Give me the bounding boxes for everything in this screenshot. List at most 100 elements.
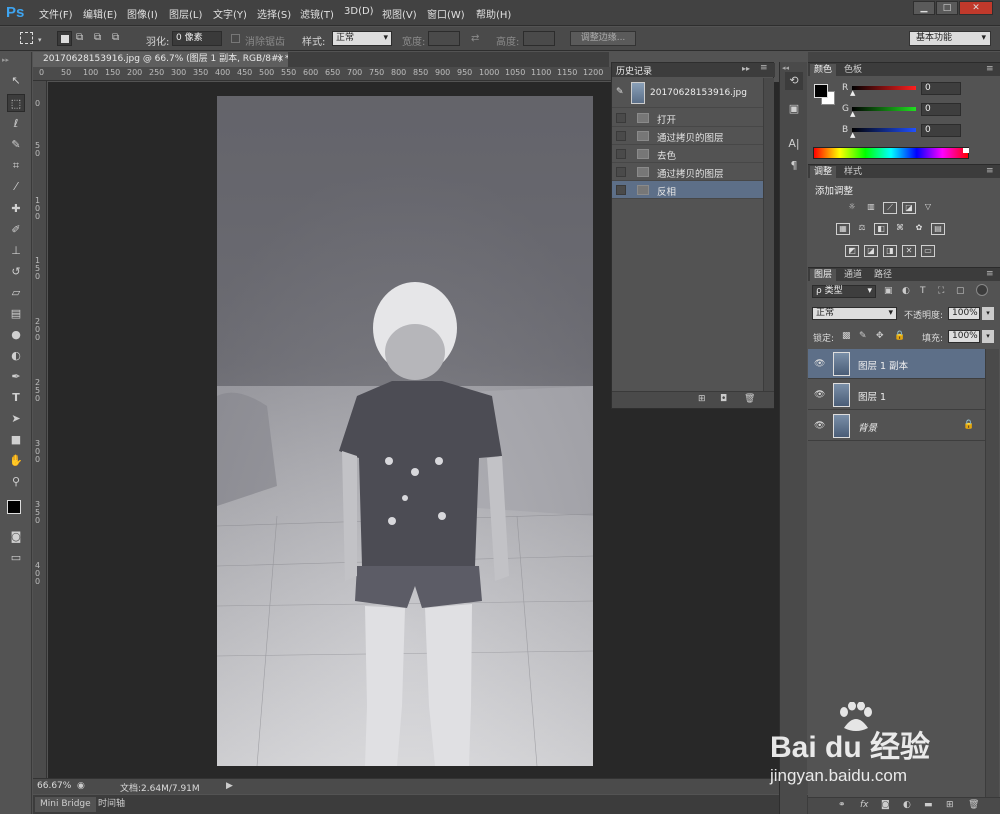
add-mask-icon[interactable]: ◙ (881, 800, 890, 810)
layer-style-icon[interactable]: fx (860, 800, 869, 810)
clone-stamp-tool-icon[interactable]: ⊥ (7, 242, 25, 260)
feather-input[interactable]: 0 像素 (172, 31, 222, 46)
menu-window[interactable]: 窗口(W) (427, 6, 465, 21)
snapshot-camera-icon[interactable]: ◘ (720, 394, 727, 404)
tab-channels[interactable]: 通道 (840, 269, 866, 281)
history-checkbox[interactable] (616, 113, 626, 123)
posterize-icon[interactable]: ◪ (864, 245, 878, 257)
slider-thumb-icon[interactable]: ▲ (850, 110, 855, 118)
chevron-down-icon[interactable]: ▾ (38, 36, 42, 44)
menu-3d[interactable]: 3D(D) (344, 6, 374, 17)
history-checkbox[interactable] (616, 167, 626, 177)
tab-adjustments[interactable]: 调整 (810, 166, 837, 178)
refine-edge-button[interactable]: 调整边缘... (570, 31, 636, 46)
layer-row[interactable]: 👁 背景 🔒 (808, 411, 985, 441)
red-slider[interactable] (852, 86, 916, 90)
swap-icon[interactable]: ⇄ (471, 33, 479, 44)
actions-dock-icon[interactable]: ▣ (785, 100, 803, 118)
type-tool-icon[interactable]: T (7, 389, 25, 407)
red-value[interactable]: 0 (921, 82, 961, 95)
blue-slider[interactable] (852, 128, 916, 132)
lasso-tool-icon[interactable]: ℓ (7, 115, 25, 133)
gradient-tool-icon[interactable]: ▤ (7, 305, 25, 323)
height-input[interactable] (523, 31, 555, 46)
chevron-down-icon[interactable]: ▾ (982, 307, 994, 320)
history-checkbox[interactable] (616, 185, 626, 195)
layer-filter-select[interactable]: ρ 类型 ▾ (812, 285, 876, 298)
zoom-level[interactable]: 66.67% (37, 781, 71, 791)
path-select-tool-icon[interactable]: ➤ (7, 410, 25, 428)
green-value[interactable]: 0 (921, 103, 961, 116)
levels-icon[interactable]: ▥ (864, 202, 878, 214)
channel-mixer-icon[interactable]: ✿ (912, 223, 926, 235)
blend-mode-select[interactable]: 正常 ▾ (812, 307, 897, 320)
collapse-icon[interactable]: ▸▸ (742, 64, 750, 73)
maximize-button[interactable]: □ (936, 1, 958, 15)
hand-tool-icon[interactable]: ✋ (7, 452, 25, 470)
panel-menu-icon[interactable]: ≡ (986, 64, 994, 74)
workspace-select[interactable]: 基本功能 ▾ (909, 31, 991, 46)
new-group-icon[interactable]: ▬ (924, 800, 933, 810)
foreground-color-swatch[interactable] (7, 500, 21, 514)
antialias-checkbox[interactable] (231, 34, 240, 43)
panel-menu-icon[interactable]: ≡ (760, 63, 768, 73)
ruler-horizontal[interactable]: 0 50 100 150 200 250 300 350 400 450 500… (33, 67, 611, 81)
color-lookup-icon[interactable]: ▤ (931, 223, 945, 235)
new-selection-icon[interactable] (57, 31, 72, 46)
brightness-icon[interactable]: ☼ (845, 202, 859, 214)
move-tool-icon[interactable]: ↖ (7, 72, 25, 90)
history-title[interactable]: 历史记录 (616, 64, 652, 77)
selective-color-icon[interactable]: ✕ (902, 245, 916, 257)
hue-saturation-icon[interactable]: ▦ (836, 223, 850, 235)
menu-layer[interactable]: 图层(L) (169, 6, 202, 21)
panel-menu-icon[interactable]: ≡ (986, 166, 994, 176)
screen-mode-icon[interactable]: ▭ (7, 549, 25, 567)
info-icon[interactable]: ◉ (77, 781, 85, 791)
filter-smart-object-icon[interactable]: ▢ (956, 286, 965, 296)
collapse-icon[interactable]: ▸▸ (2, 56, 30, 64)
pen-tool-icon[interactable]: ✒ (7, 368, 25, 386)
lock-all-icon[interactable]: 🔒 (894, 331, 905, 341)
filter-adjustment-icon[interactable]: ◐ (902, 286, 910, 296)
new-adjustment-icon[interactable]: ◐ (903, 800, 911, 810)
visibility-eye-icon[interactable]: 👁 (814, 390, 825, 400)
history-brush-icon[interactable]: ✎ (616, 87, 624, 97)
opacity-input[interactable]: 100% (948, 307, 980, 320)
subtract-selection-icon[interactable]: ⧉ (94, 32, 107, 45)
lock-transparency-icon[interactable]: ▩ (842, 331, 851, 341)
foreground-color-swatch[interactable] (814, 84, 828, 98)
layer-row-selected[interactable]: 👁 图层 1 副本 (808, 349, 985, 379)
curves-icon[interactable]: ⟋ (883, 202, 897, 214)
eyedropper-tool-icon[interactable]: ⁄ (7, 178, 25, 196)
exposure-icon[interactable]: ◪ (902, 202, 916, 214)
ruler-vertical[interactable]: 0 5 0 1 0 0 1 5 0 2 0 0 2 5 0 3 0 0 3 5 … (33, 81, 47, 778)
menu-file[interactable]: 文件(F) (39, 6, 73, 21)
marquee-tool-icon[interactable]: ⬚ (7, 94, 25, 112)
healing-brush-tool-icon[interactable]: ✚ (7, 200, 25, 218)
history-scrollbar[interactable] (763, 78, 774, 391)
threshold-icon[interactable]: ◨ (883, 245, 897, 257)
close-button[interactable]: ✕ (959, 1, 993, 15)
history-item-selected[interactable]: 反相 (612, 181, 763, 199)
menu-image[interactable]: 图像(I) (127, 6, 158, 21)
tab-layers[interactable]: 图层 (810, 269, 837, 281)
add-selection-icon[interactable]: ⧉ (76, 32, 89, 45)
history-snapshot[interactable]: ✎ 20170628153916.jpg (612, 78, 763, 108)
tab-color[interactable]: 颜色 (810, 64, 837, 76)
collapse-icon[interactable]: ◂◂ (782, 64, 789, 72)
chevron-down-icon[interactable]: ▾ (982, 330, 994, 343)
layer-row[interactable]: 👁 图层 1 (808, 380, 985, 410)
document-tab[interactable]: 20170628153916.jpg @ 66.7% (图层 1 副本, RGB… (33, 52, 288, 67)
brush-tool-icon[interactable]: ✐ (7, 221, 25, 239)
quick-select-tool-icon[interactable]: ✎ (7, 136, 25, 154)
tab-timeline[interactable]: 时间轴 (93, 797, 130, 812)
link-layers-icon[interactable]: ⚭ (838, 800, 846, 810)
lock-pixels-icon[interactable]: ✎ (859, 331, 867, 341)
fill-input[interactable]: 100% (948, 330, 980, 343)
filter-type-icon[interactable]: T (920, 286, 926, 296)
history-item[interactable]: 通过拷贝的图层 (612, 163, 763, 181)
white-swatch[interactable] (963, 148, 969, 153)
photo-filter-icon[interactable]: ⌘ (893, 223, 907, 235)
gradient-map-icon[interactable]: ▭ (921, 245, 935, 257)
visibility-eye-icon[interactable]: 👁 (814, 421, 825, 431)
